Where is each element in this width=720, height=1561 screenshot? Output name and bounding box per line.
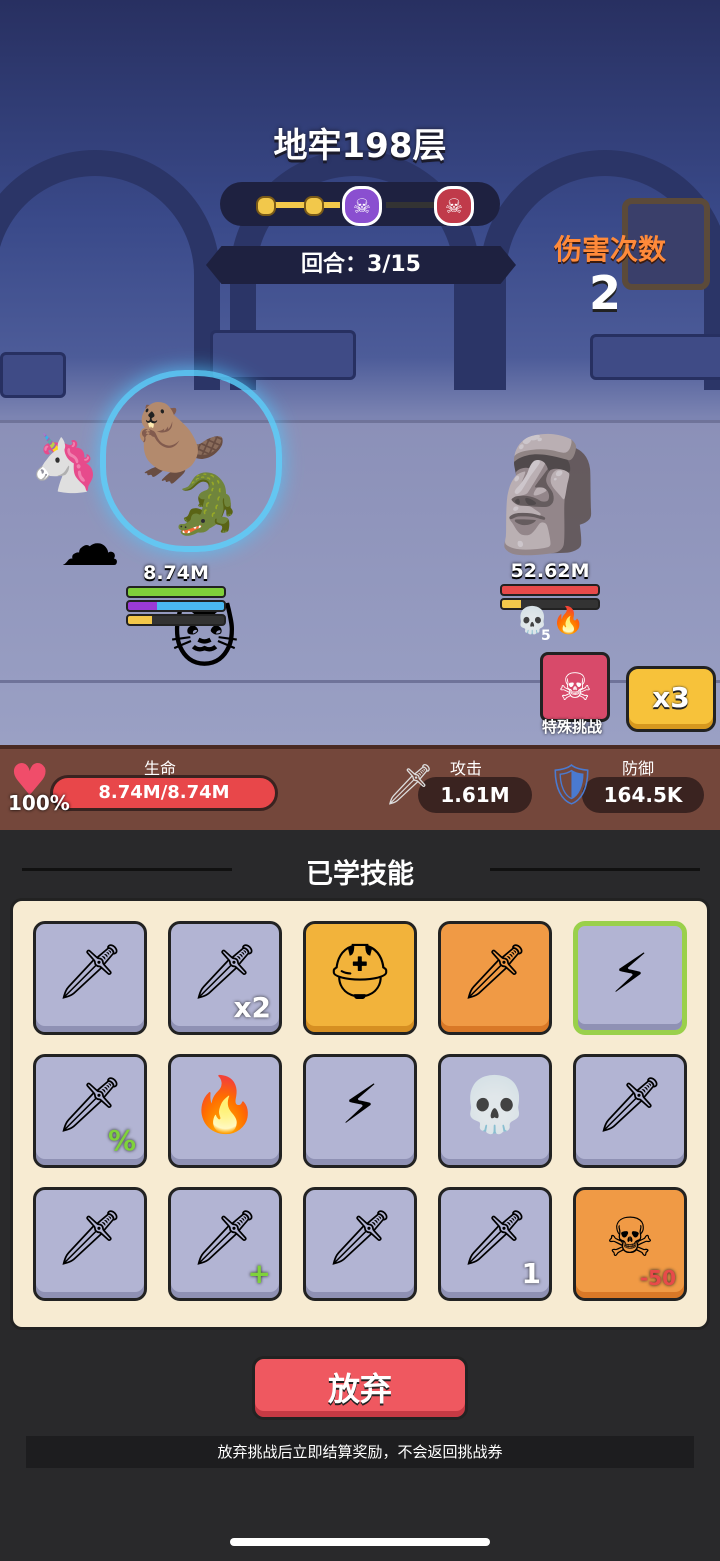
player-hp-text: 8.74M — [143, 562, 209, 584]
defense-label: 防御 — [621, 759, 654, 778]
damage-count-value: 2 — [588, 266, 621, 320]
lightning-kunai-icon: ⚡ — [341, 1073, 379, 1136]
crocodile-mount: 🐊 — [170, 470, 243, 538]
poison-kunai-icon: 💀 — [461, 1073, 529, 1136]
enemy-hp-text: 52.62M — [510, 560, 590, 582]
skill-slot[interactable]: ⛑ — [303, 921, 417, 1035]
skull-icon: ☠ — [342, 186, 382, 226]
skill-slot[interactable]: 🗡 1 — [438, 1187, 552, 1301]
abandon-button[interactable]: 放弃 — [252, 1356, 468, 1420]
skill-slot[interactable]: 🗡 x2 — [168, 921, 282, 1035]
skill-slot[interactable]: 🗡 — [438, 921, 552, 1035]
skill-slot[interactable]: 🗡 — [303, 1187, 417, 1301]
life-bar: 8.74M/8.74M — [50, 775, 278, 811]
ice-sword-icon: 🗡 — [55, 940, 125, 1003]
skill-slot[interactable]: ⚡ — [573, 921, 687, 1035]
dash-sword-icon: 🗡 — [460, 940, 530, 1003]
wall-block — [210, 330, 356, 380]
skill-slot[interactable]: ⚡ — [303, 1054, 417, 1168]
special-challenge-button[interactable]: ☠ — [540, 652, 610, 722]
fire-kunai-icon: 🔥 — [191, 1073, 259, 1136]
skill-slot[interactable]: 🗡 — [33, 1187, 147, 1301]
viking-helmet-icon: ⛑ — [325, 940, 395, 1003]
debuff-count: 5 — [541, 628, 551, 644]
shield-icon: 🛡 — [546, 762, 597, 808]
player-rage-bar — [126, 614, 226, 626]
player-hp-box: 8.74M — [126, 562, 226, 626]
life-percent: 100% — [8, 791, 70, 815]
unicorn-slime-pet: 🦄 — [30, 431, 100, 496]
home-indicator[interactable] — [230, 1538, 490, 1546]
defense-value: 164.5K — [582, 777, 704, 813]
learned-skills-title: 已学技能 — [306, 859, 414, 890]
wall-block — [590, 334, 720, 380]
player-hp-bar — [126, 586, 226, 598]
skill-slot[interactable]: 🗡 + — [168, 1187, 282, 1301]
burn-icon: 🔥 — [552, 606, 585, 636]
player-energy-bar — [126, 600, 226, 612]
progress-node — [304, 196, 324, 216]
skill-slot[interactable]: 🗡 — [573, 1054, 687, 1168]
progress-node — [256, 196, 276, 216]
attack-label: 攻击 — [449, 759, 482, 778]
dungeon-title: 地牢198层 — [273, 126, 447, 166]
skill-slot[interactable]: 💀 — [438, 1054, 552, 1168]
flame-sword-icon: 🗡 — [595, 1073, 665, 1136]
stat-bar: 生命 8.74M/8.74M ♥ 100% 攻击 1.61M 🗡 防御 164.… — [0, 745, 720, 835]
sword-icon: 🗡 — [384, 762, 435, 808]
enemy-hp-box: 52.62M — [500, 560, 600, 610]
skill-slot[interactable]: 🔥 — [168, 1054, 282, 1168]
lightning-icon: ⚡ — [611, 942, 649, 1005]
wall-block — [0, 352, 66, 398]
battle-scene: 🦄 🦫 ☁ 🐊 🐱 8.74M 🗿 52.62M 💀 5 🔥 地牢198层 ☠ … — [0, 0, 720, 745]
skill-grid-panel: 🗡 🗡 x2 ⛑ 🗡 ⚡ 🗡% 🔥 ⚡ 💀 🗡 🗡 🗡 + 🗡 🗡 1 ☠ -50 — [10, 898, 710, 1330]
skill-slot[interactable]: ☠ -50 — [573, 1187, 687, 1301]
enemy-rage-bar — [500, 598, 600, 610]
kunai-icon: 🗡 — [55, 1206, 125, 1269]
skill-slot[interactable]: 🗡% — [33, 1054, 147, 1168]
round-counter: 回合：3/15 — [206, 246, 516, 284]
damage-count-label: 伤害次数 — [553, 233, 666, 266]
enemy-hp-bar — [500, 584, 600, 596]
special-challenge-label: 特殊挑战 — [541, 718, 602, 736]
abandon-notice: 放弃挑战后立即结算奖励，不会返回挑战券 — [26, 1436, 694, 1468]
speed-button[interactable]: x3 — [626, 666, 716, 732]
ghost-knight-enemy: 🗿 — [480, 430, 617, 558]
skill-slot[interactable]: 🗡 — [33, 921, 147, 1035]
attack-value: 1.61M — [418, 777, 532, 813]
demon-skull-icon: ☠ — [557, 665, 593, 709]
storm-cloud-pet: ☁ — [60, 510, 120, 580]
frost-sword-icon: 🗡 — [325, 1206, 395, 1269]
boss-skull-icon: ☠ — [434, 186, 474, 226]
stage-progress: ☠ ☠ — [220, 182, 500, 226]
